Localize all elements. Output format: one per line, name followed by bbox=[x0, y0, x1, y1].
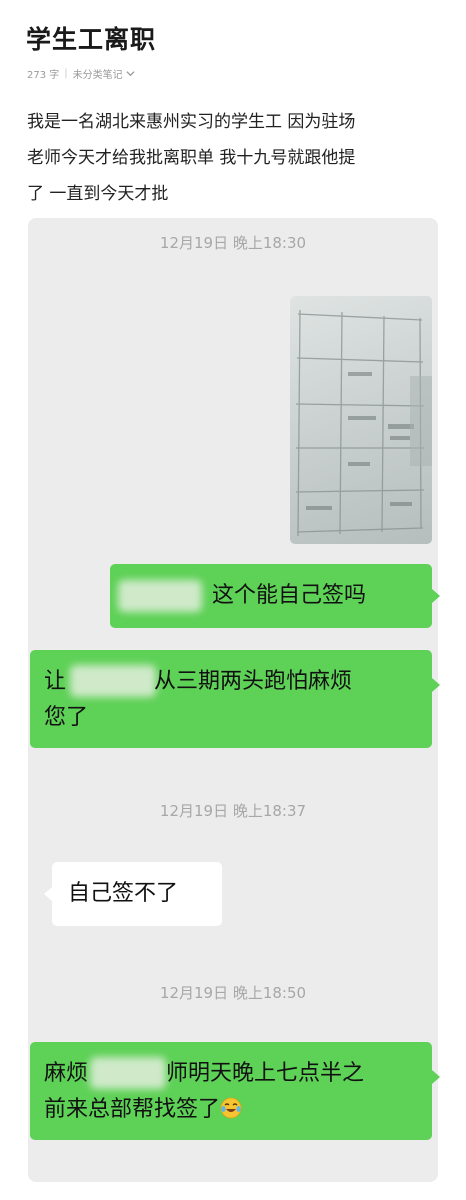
category-selector[interactable]: 未分类笔记 bbox=[73, 66, 135, 81]
note-title: 学生工离职 bbox=[26, 25, 157, 54]
message-bubble-received: 自己签不了 bbox=[52, 862, 222, 926]
chat-screenshot: 12月19日 晚上18:30 这个能自己签吗 让 从三期两头跑怕麻烦 您了 12… bbox=[28, 218, 440, 1182]
message-text: 前来总部帮找签了 bbox=[44, 1097, 221, 1122]
redacted-blur bbox=[118, 580, 202, 612]
message-text: 麻烦 bbox=[44, 1061, 89, 1086]
message-bubble-sent: 这个能自己签吗 bbox=[110, 564, 432, 628]
word-count: 273 字 bbox=[27, 70, 60, 81]
note-body: 我是一名湖北来惠州实习的学生工 因为驻场 老师今天才给我批离职单 我十九号就跟他… bbox=[27, 112, 356, 204]
redacted-blur bbox=[90, 1057, 166, 1089]
bubble-tail bbox=[432, 678, 440, 692]
meta-separator: | bbox=[64, 68, 68, 79]
message-text: 让 bbox=[44, 669, 67, 694]
crying-laughing-emoji-icon bbox=[220, 1097, 242, 1119]
redacted-blur bbox=[70, 665, 156, 697]
chat-timestamp: 12月19日 晚上18:50 bbox=[159, 984, 307, 1002]
chat-timestamp: 12月19日 晚上18:30 bbox=[159, 234, 307, 252]
message-bubble-sent: 让 从三期两头跑怕麻烦 您了 bbox=[30, 650, 432, 748]
message-text: 这个能自己签吗 bbox=[212, 583, 367, 608]
bubble-tail bbox=[432, 589, 440, 603]
message-text: 您了 bbox=[44, 705, 89, 730]
chat-timestamp: 12月19日 晚上18:37 bbox=[159, 802, 307, 820]
message-bubble-sent: 麻烦 师明天晚上七点半之 前来总部帮找签了 bbox=[30, 1042, 432, 1140]
message-text: 自己签不了 bbox=[68, 881, 179, 906]
message-text: 从三期两头跑怕麻烦 bbox=[154, 669, 353, 694]
chevron-down-icon bbox=[126, 71, 135, 77]
form-photo-image bbox=[290, 296, 432, 544]
category-label: 未分类笔记 bbox=[72, 70, 123, 81]
note-meta: 273 字 | 未分类笔记 bbox=[27, 66, 135, 81]
bubble-tail bbox=[44, 887, 52, 901]
message-text: 师明天晚上七点半之 bbox=[166, 1061, 365, 1086]
bubble-tail bbox=[432, 1070, 440, 1084]
